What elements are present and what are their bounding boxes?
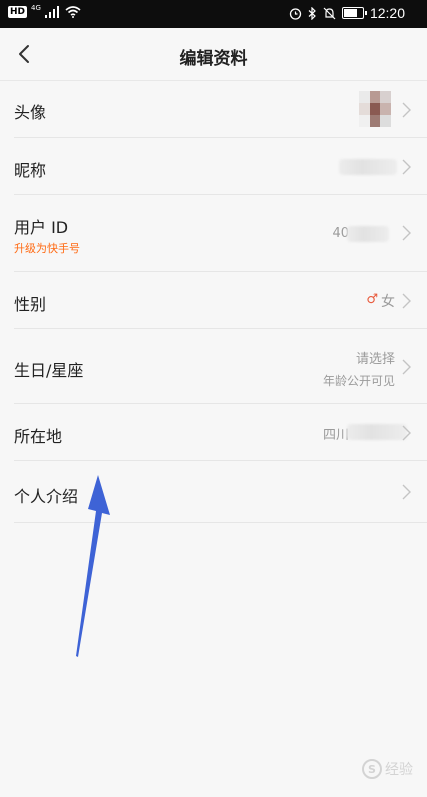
chevron-right-icon — [402, 359, 411, 375]
row-user-id[interactable]: 用户 ID 升级为快手号 40 — [0, 195, 427, 272]
wifi-icon — [65, 6, 81, 18]
mute-icon — [323, 7, 336, 19]
battery-fill — [343, 9, 358, 17]
row-label-nickname: 昵称 — [14, 161, 47, 180]
nickname-blurred-value — [339, 159, 397, 175]
chevron-right-icon — [402, 159, 411, 175]
alarm-icon — [289, 7, 302, 20]
signal-icon — [44, 6, 59, 18]
row-birthday[interactable]: 生日/星座 请选择 年龄公开可见 — [0, 329, 427, 404]
watermark: S 经验 — [362, 759, 413, 779]
chevron-right-icon — [402, 484, 411, 500]
row-label-user-id: 用户 ID — [14, 218, 69, 237]
birthday-value: 请选择 — [355, 352, 395, 367]
row-label-birthday: 生日/星座 — [14, 361, 84, 380]
row-nickname[interactable]: 昵称 — [0, 138, 427, 195]
watermark-text: 经验 — [385, 762, 413, 778]
title-bar: 编辑资料 — [0, 28, 427, 81]
page-title: 编辑资料 — [179, 49, 248, 69]
watermark-logo-icon: S — [362, 759, 382, 779]
hd-badge: HD — [8, 6, 28, 18]
row-gender[interactable]: 性别 ♂ 女 — [0, 272, 427, 329]
status-left: HD 4G — [8, 4, 81, 18]
status-right: 12:20 — [289, 5, 405, 21]
location-value: 四川 — [322, 428, 349, 443]
gender-value: 女 — [381, 294, 395, 310]
row-label-gender: 性别 — [14, 295, 47, 314]
chevron-right-icon — [402, 102, 411, 118]
row-avatar[interactable]: 头像 — [0, 81, 427, 138]
row-location[interactable]: 所在地 四川 — [0, 404, 427, 461]
row-label-avatar: 头像 — [14, 103, 47, 122]
location-blurred-value — [347, 424, 407, 440]
network-gen: 4G — [31, 4, 41, 12]
chevron-right-icon — [402, 293, 411, 309]
battery-icon — [341, 7, 367, 19]
status-bar: HD 4G 12:20 — [0, 0, 427, 28]
annotation-arrow-icon — [76, 475, 110, 657]
chevron-right-icon — [402, 225, 411, 241]
upgrade-kuaishou-id-link[interactable]: 升级为快手号 — [14, 240, 80, 256]
birthday-visibility-hint: 年龄公开可见 — [322, 374, 395, 388]
avatar — [359, 91, 391, 127]
bluetooth-icon — [308, 6, 316, 20]
chevron-right-icon — [402, 425, 411, 441]
status-time: 12:20 — [369, 5, 405, 21]
gender-symbol-icon: ♂ — [366, 292, 378, 307]
user-id-blurred-value — [347, 226, 389, 242]
row-label-location: 所在地 — [14, 427, 63, 446]
